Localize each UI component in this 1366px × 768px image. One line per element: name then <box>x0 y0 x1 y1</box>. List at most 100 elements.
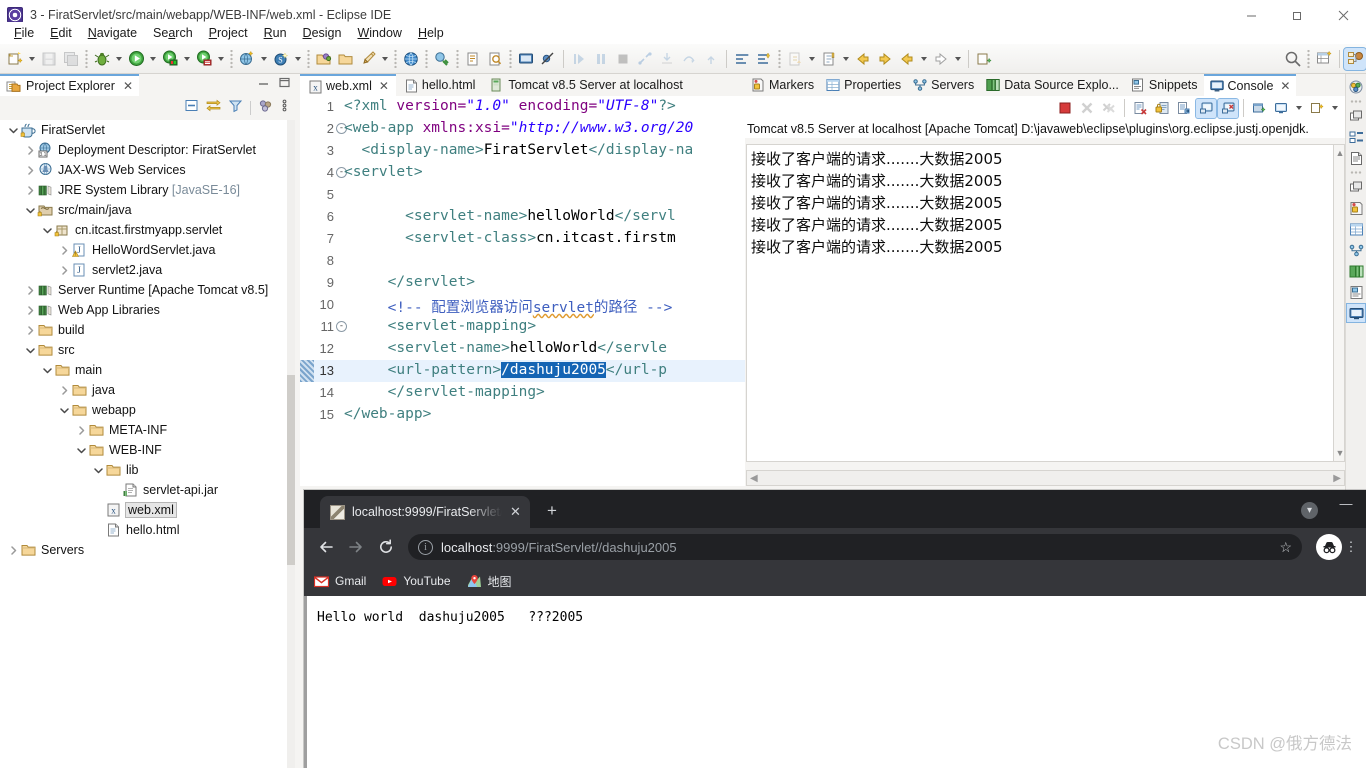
code-line-1[interactable]: 1 <?xml version="1.0" encoding="UTF-8"?> <box>300 96 745 118</box>
resume-button[interactable] <box>568 48 590 70</box>
markers-icon[interactable] <box>1347 199 1365 217</box>
terminate-toolbar-button[interactable] <box>612 48 634 70</box>
chevron-down-icon[interactable] <box>6 120 20 140</box>
more-icon[interactable] <box>280 98 289 118</box>
tree-item-webapp[interactable]: webapp <box>0 400 287 420</box>
kebab-menu-icon[interactable]: ⋮ <box>1344 539 1358 555</box>
servers-icon[interactable] <box>1347 241 1365 259</box>
toggle-breadcrumb-button[interactable] <box>731 48 753 70</box>
display-selected-console-button[interactable] <box>1271 99 1291 118</box>
search-icon[interactable] <box>1282 48 1304 70</box>
project-tree[interactable]: FiratServlet 3.1 Deployment Descriptor: Fi… <box>0 120 287 768</box>
tree-item-servlet2-java[interactable]: Jservlet2.java <box>0 260 287 280</box>
open-perspective-button[interactable] <box>431 48 453 70</box>
search-button[interactable] <box>484 48 506 70</box>
console-output[interactable]: 接收了客户端的请求.......大数据2005 接收了客户端的请求.......大… <box>746 144 1333 462</box>
editor-code-area[interactable]: 1 <?xml version="1.0" encoding="UTF-8"?> 2… <box>300 96 745 486</box>
console-icon[interactable] <box>1346 303 1366 323</box>
bookmark-gmail[interactable]: Gmail <box>313 574 366 589</box>
open-type-button[interactable] <box>313 48 335 70</box>
tree-item-jax-ws-web-services[interactable]: JAX-WS Web Services <box>0 160 287 180</box>
code-line-15[interactable]: 15 </web-app> <box>300 404 745 426</box>
run-as-server-dropdown[interactable] <box>181 48 193 70</box>
maximize-view-icon[interactable] <box>278 76 291 94</box>
package-explorer-icon[interactable] <box>1347 78 1365 96</box>
tree-item-hello-html[interactable]: hello.html <box>0 520 287 540</box>
lock-scroll-button[interactable] <box>1152 99 1172 118</box>
new-web-project-dropdown[interactable] <box>258 48 270 70</box>
restore-2-icon[interactable] <box>1347 178 1365 196</box>
code-line-11[interactable]: 11- <servlet-mapping> <box>300 316 745 338</box>
back-button[interactable] <box>852 48 874 70</box>
display-selected-console-dropdown[interactable] <box>1293 97 1305 119</box>
menu-window[interactable]: Window <box>349 24 409 42</box>
toolbar-handle[interactable] <box>84 49 89 68</box>
view-menu-icon[interactable] <box>258 98 273 118</box>
menu-navigate[interactable]: Navigate <box>80 24 145 42</box>
toolbar-handle-2[interactable] <box>229 49 234 68</box>
chevron-down-icon[interactable] <box>57 400 71 420</box>
close-icon[interactable]: ✕ <box>379 79 389 93</box>
code-line-14[interactable]: 14 </servlet-mapping> <box>300 382 745 404</box>
tree-item-deployment-descriptor-firatservlet[interactable]: 3.1 Deployment Descriptor: FiratServlet <box>0 140 287 160</box>
chevron-down-icon[interactable] <box>23 340 37 360</box>
step-over-button[interactable] <box>678 48 700 70</box>
show-stderr-button[interactable] <box>1217 97 1239 119</box>
toolbar-handle-7[interactable] <box>508 49 513 68</box>
console-horizontal-scrollbar[interactable]: ◀ ▶ <box>746 470 1345 486</box>
tree-item-hellowordservlet-java[interactable]: J! HelloWordServlet.java <box>0 240 287 260</box>
web-perspective-button[interactable] <box>1343 46 1366 71</box>
close-icon[interactable]: ✕ <box>510 504 521 520</box>
chevron-right-icon[interactable] <box>23 140 37 160</box>
menu-project[interactable]: Project <box>201 24 256 42</box>
tree-item-lib[interactable]: lib <box>0 460 287 480</box>
disconnect-button[interactable] <box>634 48 656 70</box>
editor-tab-web-xml[interactable]: x web.xml ✕ <box>300 74 396 96</box>
properties-icon[interactable] <box>1347 220 1365 238</box>
console-panel-tab-data-source-explo[interactable]: Data Source Explo... <box>980 74 1125 96</box>
menu-search[interactable]: Search <box>145 24 201 42</box>
run-on-server-dropdown[interactable] <box>215 48 227 70</box>
scroll-right-arrow[interactable]: ▶ <box>1333 473 1341 484</box>
save-button[interactable] <box>38 48 60 70</box>
close-icon[interactable]: ✕ <box>123 79 133 93</box>
step-return-button[interactable] <box>700 48 722 70</box>
close-icon[interactable]: ✕ <box>1280 79 1290 93</box>
tree-item-servlet-api-jar[interactable]: servlet-api.jar <box>0 480 287 500</box>
toolbar-handle-4[interactable] <box>393 49 398 68</box>
debug-button[interactable] <box>91 48 113 70</box>
new-web-project-button[interactable] <box>236 48 258 70</box>
new-wizard-dropdown[interactable] <box>26 48 38 70</box>
remove-all-terminated-button[interactable] <box>1099 99 1119 118</box>
code-line-9[interactable]: 9 </servlet> <box>300 272 745 294</box>
save-all-button[interactable] <box>60 48 82 70</box>
back-history-dropdown[interactable] <box>918 48 930 70</box>
toolbar-handle-6[interactable] <box>455 49 460 68</box>
external-tools-button[interactable] <box>357 48 379 70</box>
browser-tab[interactable]: localhost:9999/FiratServlet//da ✕ <box>320 496 530 528</box>
tree-item-web-app-libraries[interactable]: Web App Libraries <box>0 300 287 320</box>
filter-icon[interactable] <box>228 98 243 118</box>
tree-item-src-main-java[interactable]: src/main/java <box>0 200 287 220</box>
next-annotation-dropdown[interactable] <box>806 48 818 70</box>
toolbar-handle-8[interactable] <box>777 49 782 68</box>
chevron-right-icon[interactable] <box>6 540 20 560</box>
back-history-button[interactable] <box>896 48 918 70</box>
chevron-down-icon[interactable] <box>40 220 54 240</box>
run-as-server-button[interactable] <box>159 48 181 70</box>
code-line-2[interactable]: 2- <web-app xmlns:xsi="http://www.w3.org/… <box>300 118 745 140</box>
tree-item-meta-inf[interactable]: META-INF <box>0 420 287 440</box>
console-panel-tab-properties[interactable]: Properties <box>820 74 907 96</box>
forward-history-dropdown[interactable] <box>952 48 964 70</box>
menu-help[interactable]: Help <box>410 24 452 42</box>
editor-tab-tomcat-v8-5-server-at-localhost[interactable]: Tomcat v8.5 Server at localhost <box>482 74 690 96</box>
web-browser-button[interactable] <box>400 48 422 70</box>
code-line-13[interactable]: 13 <url-pattern>/dashuju2005</url-p <box>300 360 745 382</box>
tree-item-build[interactable]: build <box>0 320 287 340</box>
show-console-on-output-button[interactable] <box>1174 99 1194 118</box>
incognito-icon[interactable] <box>1316 534 1342 560</box>
chevron-down-icon[interactable] <box>91 460 105 480</box>
clear-console-button[interactable] <box>1130 99 1150 118</box>
snippets-icon[interactable] <box>1347 283 1365 301</box>
link-with-editor-icon[interactable] <box>206 98 221 118</box>
